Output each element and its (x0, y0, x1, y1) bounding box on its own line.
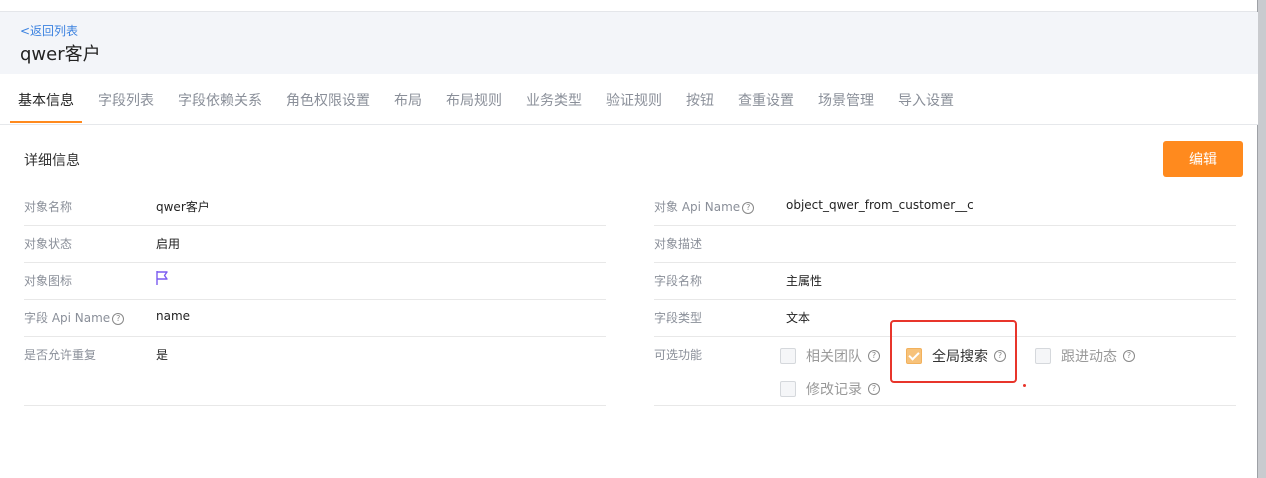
checkbox-label: 修改记录 (806, 382, 862, 398)
tab-field-dependency[interactable]: 字段依赖关系 (178, 90, 262, 110)
help-icon[interactable]: ? (868, 350, 880, 362)
tab-basic-info[interactable]: 基本信息 (18, 90, 74, 110)
tab-import-settings[interactable]: 导入设置 (898, 90, 954, 110)
field-label: 对象状态 (24, 237, 73, 251)
checkbox-label: 相关团队 (806, 349, 862, 365)
annotation-dot (1023, 384, 1026, 387)
section-title: 详细信息 (24, 153, 80, 169)
tab-layout[interactable]: 布局 (394, 90, 422, 110)
window-right-edge (1257, 0, 1266, 478)
field-value: 主属性 (786, 274, 823, 288)
field-row-object-name: 对象名称 qwer客户 (24, 188, 606, 226)
field-row-object-description: 对象描述 (654, 225, 1236, 263)
checkbox-change-log[interactable]: 修改记录 ? (780, 379, 880, 399)
tab-duplicate-settings[interactable]: 查重设置 (738, 90, 794, 110)
edit-button[interactable]: 编辑 (1163, 141, 1243, 177)
field-row-object-api-name: 对象 Api Name? object_qwer_from_customer__… (654, 188, 1236, 226)
checkbox-box[interactable] (1035, 348, 1051, 364)
field-value: name (156, 309, 191, 323)
checkbox-follow-up[interactable]: 跟进动态 ? (1035, 346, 1135, 366)
field-value: object_qwer_from_customer__c (786, 198, 974, 212)
active-tab-indicator (10, 121, 82, 123)
field-value: qwer客户 (156, 200, 210, 214)
annotation-highlight-box (890, 320, 1017, 383)
field-value: 是 (156, 348, 169, 362)
checkbox-box[interactable] (780, 381, 796, 397)
tab-field-list[interactable]: 字段列表 (98, 90, 154, 110)
field-value: 启用 (156, 237, 181, 251)
field-label: 可选功能 (654, 348, 703, 362)
field-label: 是否允许重复 (24, 348, 97, 362)
field-label: 对象名称 (24, 200, 73, 214)
flag-icon (155, 270, 169, 290)
field-label: 字段名称 (654, 274, 703, 288)
checkbox-related-team[interactable]: 相关团队 ? (780, 346, 880, 366)
tab-layout-rules[interactable]: 布局规则 (446, 90, 502, 110)
help-icon[interactable]: ? (112, 313, 125, 325)
checkbox-box[interactable] (780, 348, 796, 364)
field-row-field-api-name: 字段 Api Name? name (24, 299, 606, 337)
field-row-object-status: 对象状态 启用 (24, 225, 606, 263)
back-to-list-link[interactable]: <返回列表 (20, 22, 78, 39)
field-label: 字段类型 (654, 311, 703, 325)
page-title: qwer客户 (20, 44, 101, 65)
field-label: 对象描述 (654, 237, 703, 251)
window-top-strip (0, 0, 1258, 12)
help-icon[interactable]: ? (1123, 350, 1135, 362)
field-label-wrap: 字段 Api Name? (24, 309, 125, 326)
help-icon[interactable]: ? (868, 383, 880, 395)
tab-bar: 基本信息 字段列表 字段依赖关系 角色权限设置 布局 布局规则 业务类型 验证规… (0, 74, 1258, 125)
field-label-wrap: 对象 Api Name? (654, 198, 755, 215)
field-label: 对象 Api Name (654, 200, 741, 214)
tab-validation-rules[interactable]: 验证规则 (606, 90, 662, 110)
checkbox-label: 跟进动态 (1061, 349, 1117, 365)
field-value: 文本 (786, 311, 811, 325)
field-row-object-icon: 对象图标 (24, 262, 606, 300)
tab-buttons[interactable]: 按钮 (686, 90, 714, 110)
field-row-field-name: 字段名称 主属性 (654, 262, 1236, 300)
tab-scene-management[interactable]: 场景管理 (818, 90, 874, 110)
help-icon[interactable]: ? (742, 202, 755, 214)
field-row-allow-duplicate: 是否允许重复 是 (24, 336, 606, 406)
page-header: <返回列表 qwer客户 (0, 12, 1258, 74)
tab-role-permission[interactable]: 角色权限设置 (286, 90, 370, 110)
field-label: 字段 Api Name (24, 311, 111, 325)
field-label: 对象图标 (24, 274, 73, 288)
tab-business-type[interactable]: 业务类型 (526, 90, 582, 110)
